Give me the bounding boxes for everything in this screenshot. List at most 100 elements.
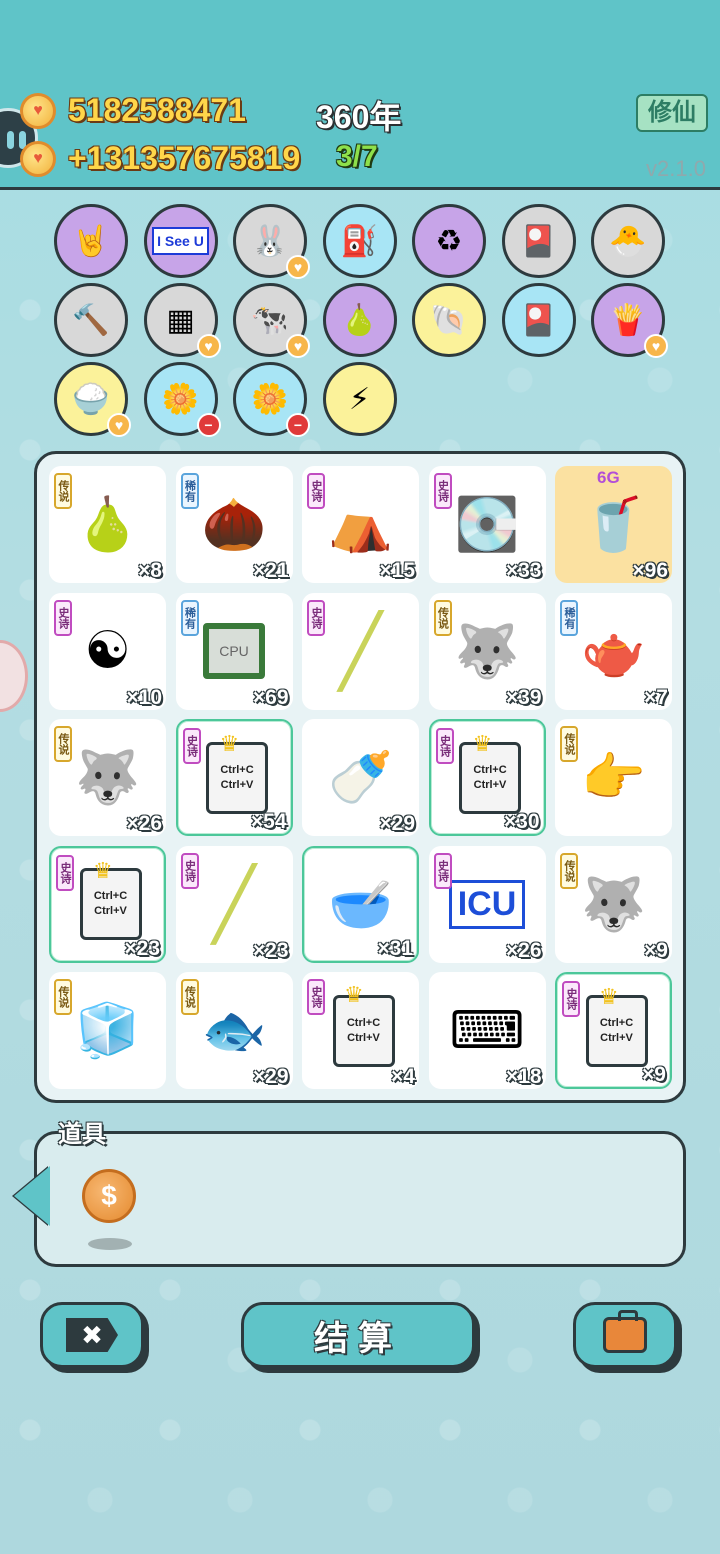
coin-count: 5182588471 xyxy=(68,92,246,128)
heart-badge-icon: ♥ xyxy=(196,334,221,358)
item-count: ×23 xyxy=(252,938,289,962)
inventory-cell[interactable]: 史诗 ☯ ×10 xyxy=(49,592,166,710)
version-label: v2.1.0 xyxy=(646,156,706,181)
inventory-cell[interactable]: 传说 🧊 xyxy=(49,972,166,1089)
inventory-cell[interactable]: 史诗 ╱ xyxy=(302,592,419,710)
inventory-cell[interactable]: 传说 🐟 ×29 xyxy=(175,972,293,1089)
dollar-coin-icon[interactable]: $ xyxy=(82,1169,136,1223)
skill-chick-egg-icon[interactable]: 🐣 xyxy=(591,204,665,278)
skill-flower-pot-icon[interactable]: 🌼 − xyxy=(143,362,221,437)
item-count: ×23 xyxy=(124,936,160,960)
inventory-cell[interactable]: 史诗 Ctrl+C Ctrl+V ♛ ×9 xyxy=(555,972,672,1089)
heart-coin-icon: ♥ xyxy=(20,140,56,177)
stage-progress: 3/7 xyxy=(336,140,378,173)
skill-flower-pot-icon[interactable]: 🌼 − xyxy=(233,362,310,437)
fridge-item: 🧊 xyxy=(75,1002,140,1060)
item-count: ×30 xyxy=(503,810,540,833)
straw-item: ╱ xyxy=(212,865,256,943)
item-tag: 6G xyxy=(597,468,620,487)
inventory-cell[interactable]: 史诗 💽 ×33 xyxy=(428,466,546,583)
item-count: ×7 xyxy=(644,685,668,709)
skill-hammer-icon[interactable]: 🔨 xyxy=(54,283,128,357)
rarity-badge: 稀有 xyxy=(180,599,199,636)
milk-bottle-item: 🍼 xyxy=(328,749,393,807)
item-count: ×9 xyxy=(642,1063,666,1086)
gpu-item: 💽 xyxy=(454,496,520,554)
teapot-item: 🫖 xyxy=(581,622,646,681)
minus-badge-icon: − xyxy=(286,413,310,437)
bubble-tea-item: 🥤 xyxy=(581,496,646,554)
inventory-cell[interactable]: 🍼 ×29 xyxy=(302,719,419,836)
skill-cows-icon[interactable]: 🐄 ♥ xyxy=(233,283,310,358)
rarity-badge: 传说 xyxy=(54,979,72,1015)
skill-card-pack-icon[interactable]: 🎴 xyxy=(501,283,576,357)
inventory-cell[interactable]: 稀有 CPU ×69 xyxy=(175,592,293,710)
skill-shell-icon[interactable]: 🐚 xyxy=(412,283,486,357)
crown-icon: ♛ xyxy=(344,982,364,1007)
coins-row: ♥ 5182588471 xyxy=(20,92,246,129)
tofu-icon: ▦ xyxy=(166,303,195,337)
rarity-badge: 史诗 xyxy=(435,728,454,764)
left-arrow-icon[interactable] xyxy=(14,1166,50,1226)
rarity-badge: 传说 xyxy=(560,726,578,762)
skill-pomelo-icon[interactable]: 🍐 xyxy=(322,283,397,357)
item-count: ×26 xyxy=(505,938,542,962)
skill-lightning-icon[interactable]: ⚡ xyxy=(322,362,397,436)
inventory-cell[interactable]: 稀有 🫖 ×7 xyxy=(555,592,672,710)
shell-icon: 🐚 xyxy=(430,303,468,337)
inventory-cell[interactable]: 稀有 🌰 ×21 xyxy=(175,466,293,583)
rarity-badge: 史诗 xyxy=(182,728,201,764)
rabbit-icon: 🐰 xyxy=(251,224,289,258)
fries-icon: 🍟 xyxy=(609,303,647,337)
briefcase-icon xyxy=(603,1310,647,1353)
rarity-badge: 史诗 xyxy=(307,599,325,636)
skill-rice-bowl-icon[interactable]: 🍚 ♥ xyxy=(54,362,131,437)
inventory-cell[interactable]: 传说 🐺 ×39 xyxy=(428,592,546,710)
heart-badge-icon: ♥ xyxy=(286,334,310,358)
inventory-cell[interactable]: ⌨ ×18 xyxy=(428,972,546,1089)
rarity-badge: 稀有 xyxy=(180,473,199,509)
inventory-cell[interactable]: 史诗 ICU ×26 xyxy=(428,845,546,963)
inventory-cell[interactable]: 史诗 Ctrl+C Ctrl+V ♛ ×30 xyxy=(428,719,546,836)
settle-button[interactable]: 结算 xyxy=(241,1302,475,1368)
recycle-icon: ♻ xyxy=(435,224,463,258)
inventory-cell[interactable]: 传说 🐺 ×26 xyxy=(49,719,166,836)
rarity-badge: 史诗 xyxy=(307,473,325,509)
item-count: ×96 xyxy=(632,559,668,582)
inventory-cell[interactable]: 史诗 ╱ ×23 xyxy=(175,845,293,963)
bag-button[interactable] xyxy=(573,1302,677,1368)
skill-recycle-icon[interactable]: ♻ xyxy=(412,204,486,278)
cows-icon: 🐄 xyxy=(251,303,289,337)
skill-pump-icon[interactable]: ⛽ xyxy=(322,204,397,278)
skill-rabbit-icon[interactable]: 🐰 ♥ xyxy=(233,204,310,279)
cultivate-button[interactable]: 修仙 xyxy=(636,94,708,132)
heart-badge-icon: ♥ xyxy=(644,334,668,358)
skill-tofu-icon[interactable]: ▦ ♥ xyxy=(143,283,221,358)
skill-rock-hand-icon[interactable]: 🤘 xyxy=(54,204,128,278)
nut-item: 🌰 xyxy=(201,496,267,554)
inventory-cell[interactable]: 传说 🐺 ×9 xyxy=(555,845,672,963)
inventory-cell[interactable]: 6G 🥤 ×96 xyxy=(555,466,672,583)
settle-label: 结算 xyxy=(314,1319,402,1358)
koi-item: 🐟 xyxy=(201,1002,267,1060)
inventory-cell[interactable]: 传说 👉 xyxy=(555,719,672,836)
skill-fries-icon[interactable]: 🍟 ♥ xyxy=(591,283,668,358)
chick-egg-icon: 🐣 xyxy=(609,224,647,258)
item-count: ×33 xyxy=(505,559,542,582)
inventory-cell[interactable]: 🥣 ×31 xyxy=(302,845,419,963)
inventory-cell[interactable]: 史诗 ⛺ ×15 xyxy=(302,466,419,583)
inventory-cell[interactable]: 史诗 Ctrl+C Ctrl+V ♛ ×54 xyxy=(175,719,293,836)
inventory-cell[interactable]: 史诗 Ctrl+C Ctrl+V ♛ ×23 xyxy=(49,845,166,963)
rarity-badge: 史诗 xyxy=(307,979,325,1015)
skill-i-see-u-icon[interactable]: I See U xyxy=(143,204,218,278)
inventory-cell[interactable]: 史诗 Ctrl+C Ctrl+V ♛ ×4 xyxy=(302,972,419,1089)
skill-card-pack-icon[interactable]: 🎴 xyxy=(501,204,576,278)
pump-icon: ⛽ xyxy=(340,224,379,258)
rarity-badge: 传说 xyxy=(180,979,199,1015)
income-row: ♥ +131357675819 xyxy=(20,140,300,177)
rarity-badge: 稀有 xyxy=(560,599,578,636)
close-button[interactable]: ✖ xyxy=(40,1302,144,1368)
inventory-cell[interactable]: 传说 🍐 ×8 xyxy=(49,466,166,583)
rarity-badge: 传说 xyxy=(54,726,72,762)
rarity-badge: 史诗 xyxy=(562,981,580,1017)
